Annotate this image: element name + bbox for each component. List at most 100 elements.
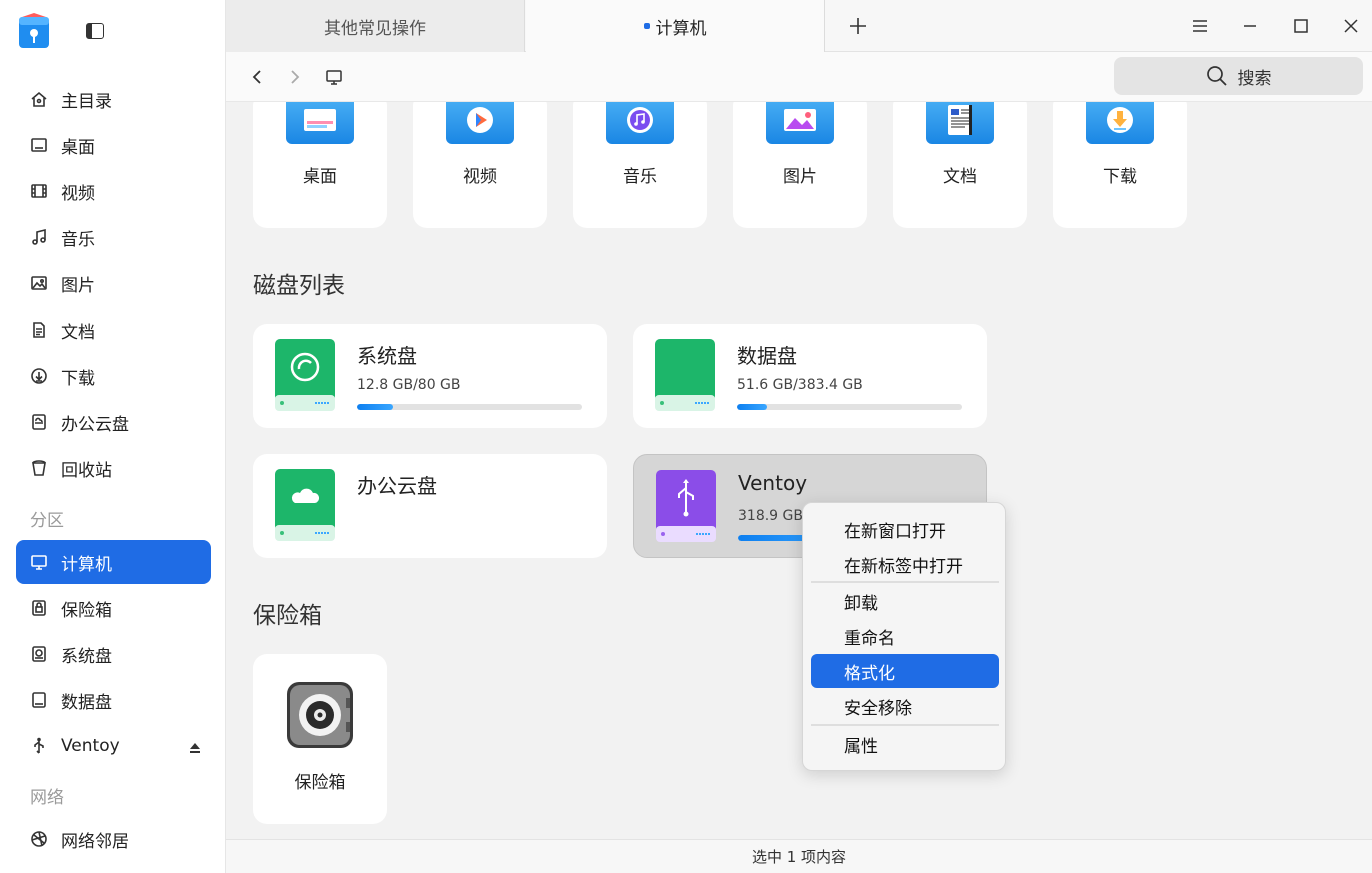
active-tab-indicator <box>643 23 650 29</box>
sidebar-item-label: 音乐 <box>61 229 95 250</box>
sidebar-item-downloads[interactable]: 下载 <box>16 354 211 398</box>
library-label: 视频 <box>463 167 497 187</box>
library-card-desktop[interactable]: 桌面 <box>253 102 387 228</box>
sidebar-item-ventoy[interactable]: Ventoy <box>16 724 211 768</box>
sidebar-item-data-disk[interactable]: 数据盘 <box>16 678 211 722</box>
sidebar-item-trash[interactable]: 回收站 <box>16 446 211 490</box>
tab-other-operations[interactable]: 其他常见操作 <box>226 0 525 52</box>
toolbar: 搜索 <box>226 52 1372 102</box>
film-icon <box>30 182 48 200</box>
cloud-disk-icon <box>275 469 335 541</box>
music-folder-icon <box>606 102 674 144</box>
menu-item-open-new-window[interactable]: 在新窗口打开 <box>811 512 999 546</box>
data-disk-icon <box>655 339 715 411</box>
desktop-folder-icon <box>286 102 354 144</box>
minimize-icon <box>1244 25 1256 27</box>
disk-name: 系统盘 <box>357 344 417 368</box>
library-card-documents[interactable]: 文档 <box>893 102 1027 228</box>
sidebar-item-music[interactable]: 音乐 <box>16 215 211 259</box>
document-icon <box>30 321 48 339</box>
vault-card[interactable]: 保险箱 <box>253 654 387 824</box>
library-card-videos[interactable]: 视频 <box>413 102 547 228</box>
sidebar-item-label: 回收站 <box>61 460 112 481</box>
sidebar-toggle-button[interactable] <box>86 23 104 39</box>
location-computer-button[interactable] <box>323 66 345 88</box>
menu-item-label: 在新标签中打开 <box>844 556 963 577</box>
eject-icon[interactable] <box>189 739 201 753</box>
sidebar: 主目录 桌面 视频 音乐 图片 文档 下载 办公云盘 回收站 分区 计算机 保险… <box>0 0 226 873</box>
library-card-pictures[interactable]: 图片 <box>733 102 867 228</box>
sidebar-item-vault[interactable]: 保险箱 <box>16 586 211 630</box>
disk-usage-bar-fill <box>737 404 768 410</box>
menu-button[interactable] <box>1188 14 1212 38</box>
disk-usage-bar <box>357 404 582 410</box>
library-card-downloads[interactable]: 下载 <box>1053 102 1187 228</box>
usb-disk-icon <box>656 470 716 542</box>
sidebar-item-documents[interactable]: 文档 <box>16 308 211 352</box>
sidebar-item-pictures[interactable]: 图片 <box>16 261 211 305</box>
sidebar-item-home[interactable]: 主目录 <box>16 77 211 121</box>
menu-item-format[interactable]: 格式化 <box>811 654 999 688</box>
main-content: 桌面 视频 音乐 图片 文档 下载 磁盘列表 系统盘 12.8 GB/80 GB… <box>226 102 1372 839</box>
sidebar-item-label: 网络邻居 <box>61 831 129 852</box>
search-button[interactable]: 搜索 <box>1114 57 1363 95</box>
minimize-button[interactable] <box>1238 14 1262 38</box>
document-folder-icon <box>926 102 994 144</box>
disk-card-cloud[interactable]: 办公云盘 <box>253 454 607 558</box>
close-icon <box>1344 19 1358 33</box>
tab-computer[interactable]: 计算机 <box>526 0 825 52</box>
picture-folder-icon <box>766 102 834 144</box>
sidebar-item-label: 主目录 <box>61 91 112 112</box>
status-text: 选中 1 项内容 <box>751 848 847 866</box>
menu-item-unmount[interactable]: 卸载 <box>811 584 999 618</box>
disk-usage-bar <box>737 404 962 410</box>
menu-item-label: 安全移除 <box>844 698 912 719</box>
system-disk-icon <box>30 645 48 663</box>
sidebar-item-label: 保险箱 <box>61 600 112 621</box>
sidebar-item-network-neighbors[interactable]: 网络邻居 <box>16 817 211 861</box>
vault-section-title: 保险箱 <box>253 603 322 629</box>
usb-icon <box>30 737 48 755</box>
back-button[interactable] <box>246 66 268 88</box>
sidebar-item-label: 桌面 <box>61 137 95 158</box>
menu-item-properties[interactable]: 属性 <box>811 727 999 761</box>
menu-separator <box>811 724 999 726</box>
disk-card-data[interactable]: 数据盘 51.6 GB/383.4 GB <box>633 324 987 428</box>
menu-item-open-new-tab[interactable]: 在新标签中打开 <box>811 547 999 581</box>
music-icon <box>30 228 48 246</box>
home-icon <box>30 90 48 108</box>
menu-item-rename[interactable]: 重命名 <box>811 619 999 653</box>
sidebar-item-computer[interactable]: 计算机 <box>16 540 211 584</box>
tab-label: 其他常见操作 <box>324 18 426 39</box>
disk-icon <box>30 691 48 709</box>
download-folder-icon <box>1086 102 1154 144</box>
maximize-button[interactable] <box>1289 14 1313 38</box>
add-tab-button[interactable] <box>846 0 870 52</box>
disk-usage: 318.9 GB/ <box>738 508 808 524</box>
vault-label: 保险箱 <box>294 773 346 793</box>
search-label: 搜索 <box>1237 68 1272 89</box>
menu-item-label: 格式化 <box>844 663 895 684</box>
sidebar-item-videos[interactable]: 视频 <box>16 169 211 213</box>
sidebar-item-label: 视频 <box>61 183 95 204</box>
disk-card-system[interactable]: 系统盘 12.8 GB/80 GB <box>253 324 607 428</box>
disk-name: Ventoy <box>738 471 808 495</box>
sidebar-item-cloud-disk[interactable]: 办公云盘 <box>16 400 211 444</box>
forward-button[interactable] <box>284 66 306 88</box>
menu-item-safely-remove[interactable]: 安全移除 <box>811 689 999 723</box>
plus-icon <box>850 18 866 34</box>
computer-icon <box>326 70 342 85</box>
sidebar-item-desktop[interactable]: 桌面 <box>16 123 211 167</box>
menu-item-label: 在新窗口打开 <box>844 521 946 542</box>
menu-item-label: 重命名 <box>844 628 895 649</box>
close-button[interactable] <box>1339 14 1363 38</box>
sidebar-item-label: 系统盘 <box>61 646 112 667</box>
context-menu: 在新窗口打开 在新标签中打开 卸载 重命名 格式化 安全移除 属性 <box>802 502 1006 771</box>
library-label: 桌面 <box>303 167 337 187</box>
library-card-music[interactable]: 音乐 <box>573 102 707 228</box>
hamburger-icon <box>1193 20 1207 32</box>
maximize-icon <box>1294 19 1308 33</box>
sidebar-item-system-disk[interactable]: 系统盘 <box>16 632 211 676</box>
search-icon <box>1206 66 1227 86</box>
image-icon <box>30 274 48 292</box>
